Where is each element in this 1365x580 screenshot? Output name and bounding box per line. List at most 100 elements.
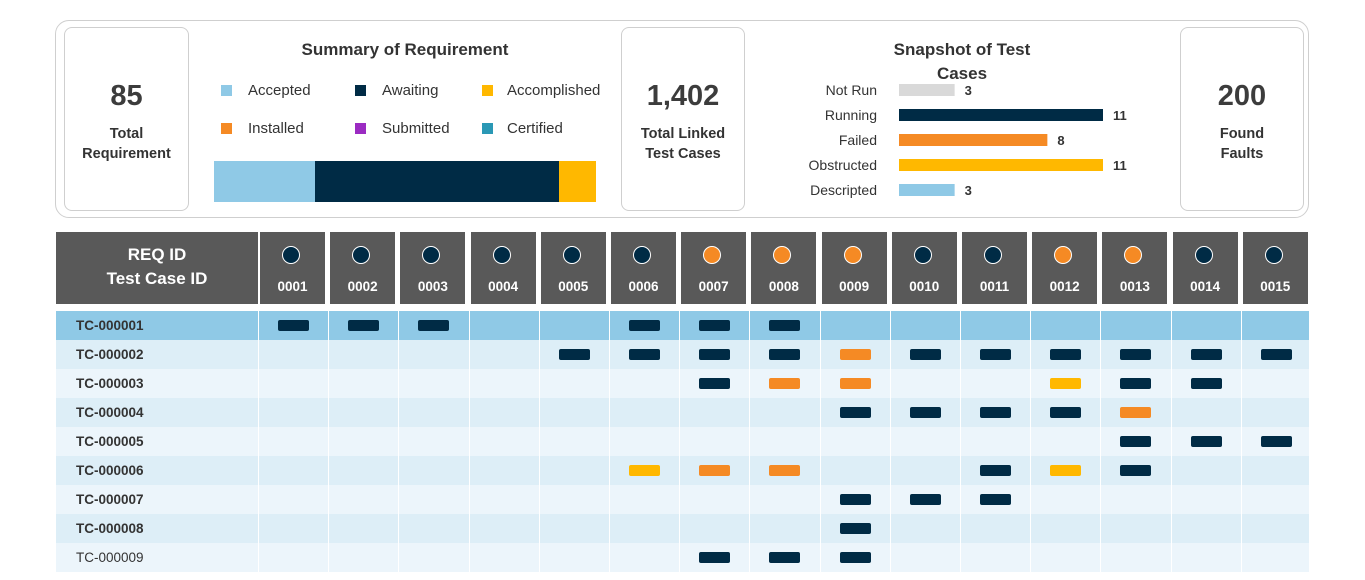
matrix-cell[interactable] — [398, 543, 468, 572]
matrix-cell[interactable] — [679, 427, 749, 456]
req-header-0013[interactable]: 0013 — [1102, 232, 1168, 304]
matrix-cell[interactable] — [1170, 311, 1241, 340]
matrix-cell[interactable] — [258, 543, 328, 572]
matrix-cell[interactable] — [328, 543, 398, 572]
matrix-cell[interactable] — [819, 340, 890, 369]
matrix-cell[interactable] — [328, 456, 398, 485]
matrix-cell[interactable] — [1030, 427, 1100, 456]
matrix-cell[interactable] — [1170, 340, 1241, 369]
matrix-cell[interactable] — [1030, 398, 1100, 427]
matrix-cell[interactable] — [1240, 543, 1311, 572]
matrix-cell[interactable] — [328, 369, 398, 398]
matrix-cell[interactable] — [889, 369, 960, 398]
matrix-cell[interactable] — [468, 514, 539, 543]
matrix-cell[interactable] — [468, 398, 539, 427]
matrix-cell[interactable] — [1030, 456, 1100, 485]
matrix-cell[interactable] — [1100, 340, 1170, 369]
matrix-cell[interactable] — [1100, 398, 1170, 427]
table-row[interactable]: TC-000005 — [56, 427, 1309, 456]
matrix-cell[interactable] — [960, 398, 1030, 427]
matrix-cell[interactable] — [1100, 311, 1170, 340]
matrix-cell[interactable] — [609, 340, 679, 369]
matrix-cell[interactable] — [1170, 543, 1241, 572]
matrix-cell[interactable] — [889, 427, 960, 456]
matrix-cell[interactable] — [749, 485, 819, 514]
matrix-cell[interactable] — [1240, 485, 1311, 514]
matrix-cell[interactable] — [609, 398, 679, 427]
table-row[interactable]: TC-000004 — [56, 398, 1309, 427]
req-header-0004[interactable]: 0004 — [470, 232, 536, 304]
matrix-cell[interactable] — [609, 485, 679, 514]
req-header-0015[interactable]: 0015 — [1242, 232, 1308, 304]
matrix-cell[interactable] — [468, 340, 539, 369]
table-row[interactable]: TC-000006 — [56, 456, 1309, 485]
matrix-cell[interactable] — [328, 485, 398, 514]
matrix-cell[interactable] — [1030, 369, 1100, 398]
matrix-cell[interactable] — [538, 543, 609, 572]
matrix-cell[interactable] — [609, 456, 679, 485]
matrix-cell[interactable] — [609, 543, 679, 572]
matrix-cell[interactable] — [1100, 514, 1170, 543]
matrix-cell[interactable] — [328, 398, 398, 427]
matrix-cell[interactable] — [538, 427, 609, 456]
matrix-cell[interactable] — [1030, 543, 1100, 572]
matrix-cell[interactable] — [1170, 398, 1241, 427]
matrix-cell[interactable] — [960, 514, 1030, 543]
matrix-cell[interactable] — [679, 340, 749, 369]
matrix-cell[interactable] — [538, 514, 609, 543]
req-header-0008[interactable]: 0008 — [751, 232, 817, 304]
matrix-cell[interactable] — [538, 369, 609, 398]
matrix-cell[interactable] — [468, 543, 539, 572]
matrix-cell[interactable] — [609, 311, 679, 340]
matrix-cell[interactable] — [258, 485, 328, 514]
matrix-cell[interactable] — [1170, 485, 1241, 514]
matrix-cell[interactable] — [1240, 311, 1311, 340]
matrix-cell[interactable] — [398, 369, 468, 398]
matrix-cell[interactable] — [398, 398, 468, 427]
req-header-0007[interactable]: 0007 — [681, 232, 747, 304]
matrix-cell[interactable] — [679, 398, 749, 427]
matrix-cell[interactable] — [749, 514, 819, 543]
table-row[interactable]: TC-000008 — [56, 514, 1309, 543]
matrix-cell[interactable] — [1240, 340, 1311, 369]
matrix-cell[interactable] — [819, 543, 890, 572]
matrix-cell[interactable] — [398, 514, 468, 543]
req-header-0011[interactable]: 0011 — [962, 232, 1027, 304]
matrix-cell[interactable] — [1030, 340, 1100, 369]
matrix-cell[interactable] — [468, 427, 539, 456]
matrix-cell[interactable] — [468, 485, 539, 514]
matrix-cell[interactable] — [398, 427, 468, 456]
matrix-cell[interactable] — [258, 427, 328, 456]
matrix-cell[interactable] — [1030, 311, 1100, 340]
matrix-cell[interactable] — [960, 369, 1030, 398]
matrix-cell[interactable] — [679, 485, 749, 514]
matrix-cell[interactable] — [889, 485, 960, 514]
matrix-cell[interactable] — [819, 427, 890, 456]
matrix-cell[interactable] — [960, 485, 1030, 514]
matrix-cell[interactable] — [679, 369, 749, 398]
matrix-cell[interactable] — [819, 311, 890, 340]
matrix-cell[interactable] — [1030, 485, 1100, 514]
matrix-cell[interactable] — [819, 369, 890, 398]
matrix-cell[interactable] — [819, 456, 890, 485]
matrix-cell[interactable] — [749, 311, 819, 340]
matrix-cell[interactable] — [258, 340, 328, 369]
req-header-0014[interactable]: 0014 — [1172, 232, 1238, 304]
matrix-cell[interactable] — [398, 485, 468, 514]
matrix-cell[interactable] — [889, 456, 960, 485]
matrix-cell[interactable] — [749, 427, 819, 456]
matrix-cell[interactable] — [889, 398, 960, 427]
matrix-cell[interactable] — [889, 340, 960, 369]
matrix-cell[interactable] — [1170, 427, 1241, 456]
matrix-cell[interactable] — [538, 485, 609, 514]
matrix-cell[interactable] — [749, 369, 819, 398]
matrix-cell[interactable] — [749, 456, 819, 485]
matrix-cell[interactable] — [1240, 456, 1311, 485]
req-header-0010[interactable]: 0010 — [891, 232, 957, 304]
table-row[interactable]: TC-000003 — [56, 369, 1309, 398]
matrix-cell[interactable] — [258, 456, 328, 485]
matrix-cell[interactable] — [609, 369, 679, 398]
matrix-cell[interactable] — [258, 369, 328, 398]
matrix-cell[interactable] — [1100, 543, 1170, 572]
table-row[interactable]: TC-000007 — [56, 485, 1309, 514]
